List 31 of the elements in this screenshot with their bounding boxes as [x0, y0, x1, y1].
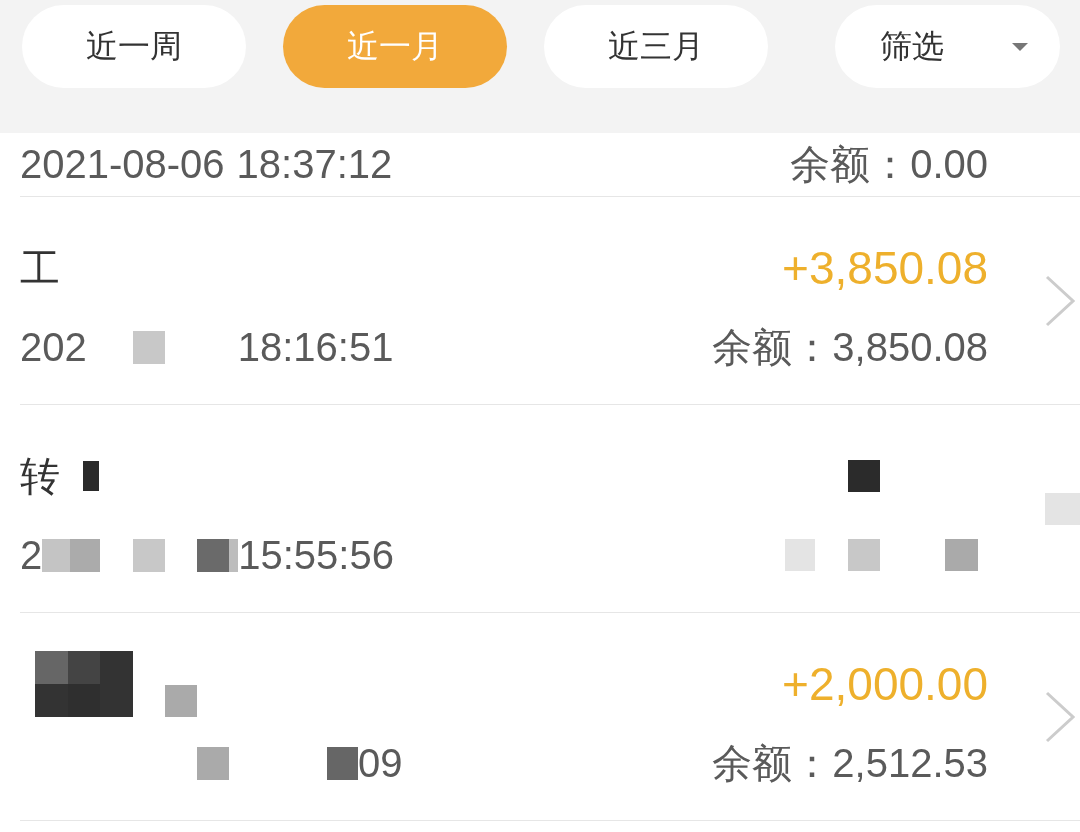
transaction-title: 工	[20, 244, 60, 292]
transaction-title: 转	[20, 452, 60, 500]
filter-dropdown[interactable]: 筛选	[835, 5, 1060, 88]
redaction-mosaic-drawing	[945, 539, 978, 571]
caret-down-icon	[1012, 42, 1028, 51]
redaction-mosaic-drawing	[42, 538, 101, 572]
transaction-amount: +3,850.08	[782, 241, 988, 295]
transaction-time: 15:55:56	[238, 532, 394, 578]
redaction-mosaic-drawing	[1045, 492, 1080, 525]
redaction-mosaic-drawing	[848, 539, 880, 571]
redaction-mosaic-drawing	[327, 746, 358, 780]
filter-tab[interactable]: 近三月	[544, 5, 768, 88]
transaction-time: 18:37:12	[236, 142, 393, 187]
transaction-time: 09	[358, 740, 403, 786]
redaction-mosaic-drawing	[133, 538, 166, 572]
redaction-mosaic-drawing	[197, 746, 229, 780]
redaction-mosaic-drawing	[785, 539, 815, 571]
redaction-mosaic-drawing	[165, 685, 197, 717]
transaction-time: 18:16:51	[237, 324, 394, 370]
balance-text: 余额：0.00	[790, 141, 988, 188]
redaction-mosaic-drawing	[83, 461, 99, 491]
balance-text: 余额：2,512.53	[712, 739, 988, 787]
redaction-mosaic-drawing	[848, 460, 880, 492]
transaction-date: 202	[20, 324, 87, 370]
redaction-mosaic-drawing	[197, 538, 239, 572]
transaction-amount: +2,000.00	[782, 657, 988, 711]
redaction-mosaic-drawing	[132, 330, 165, 364]
transaction-date: 2	[20, 532, 43, 578]
balance-text: 余额：3,850.08	[712, 323, 988, 371]
filter-tab[interactable]: 近一周	[22, 5, 246, 88]
transaction-date: 2021-08-06	[20, 142, 225, 187]
